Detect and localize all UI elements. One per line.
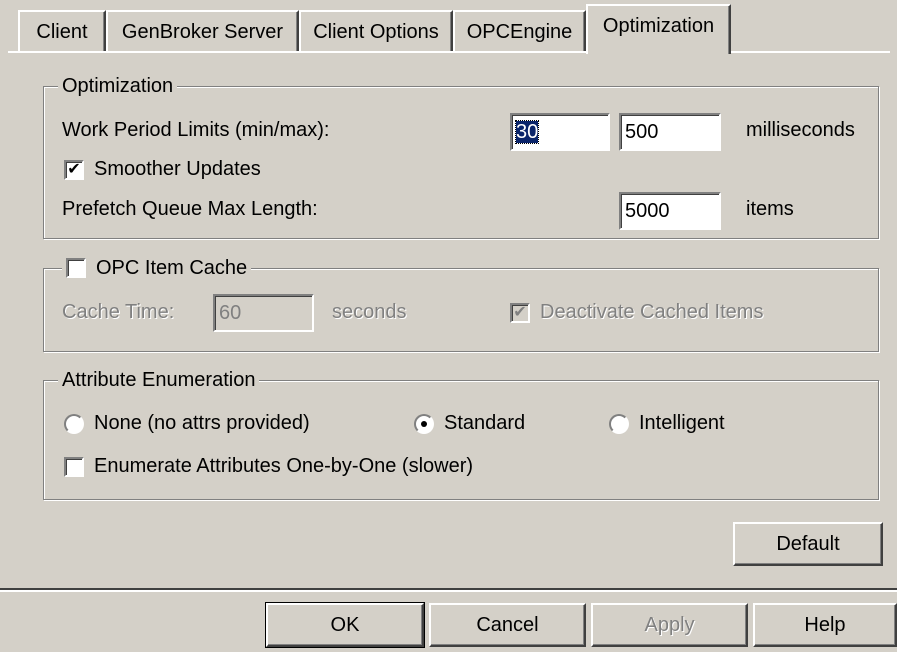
- prefetch-label: Prefetch Queue Max Length:: [62, 198, 318, 220]
- attribute-enumeration-group: Attribute Enumeration: [43, 367, 879, 500]
- tab-genbroker-server[interactable]: GenBroker Server: [106, 10, 299, 52]
- enumerate-one-by-one-checkbox[interactable]: Enumerate Attributes One-by-One (slower): [64, 455, 473, 478]
- radio-dot: [421, 420, 427, 427]
- tab-label: Client Options: [313, 20, 439, 43]
- work-period-max-value: 500: [625, 121, 659, 143]
- prefetch-unit: items: [746, 198, 794, 220]
- opc-item-cache-checkbox[interactable]: [66, 258, 86, 278]
- apply-button[interactable]: Apply: [591, 603, 748, 647]
- deactivate-cached-items-checkbox[interactable]: ✔ Deactivate Cached Items: [510, 301, 763, 324]
- apply-button-label: Apply: [644, 613, 695, 636]
- dialog-separator-highlight: [0, 590, 897, 592]
- radio-intelligent-label: Intelligent: [639, 412, 725, 434]
- ok-button[interactable]: OK: [265, 602, 425, 648]
- cache-time-unit: seconds: [332, 301, 407, 323]
- tab-opcengine[interactable]: OPCEngine: [453, 10, 586, 52]
- tab-client-options[interactable]: Client Options: [299, 10, 453, 52]
- radio-standard[interactable]: Standard: [414, 412, 525, 435]
- tab-client[interactable]: Client: [18, 10, 106, 52]
- deactivate-cached-items-label: Deactivate Cached Items: [540, 301, 764, 323]
- radio-none[interactable]: None (no attrs provided): [64, 412, 310, 435]
- radio-circle: [609, 413, 629, 434]
- radio-none-label: None (no attrs provided): [94, 412, 310, 434]
- work-period-max-input[interactable]: 500: [619, 113, 721, 151]
- cache-time-value: 60: [219, 302, 242, 324]
- tab-label: Client: [36, 20, 88, 43]
- tab-label: GenBroker Server: [121, 20, 284, 43]
- default-button[interactable]: Default: [733, 522, 883, 566]
- tab-label: Optimization: [602, 14, 715, 37]
- active-tab-gap: [588, 49, 727, 55]
- work-period-min-input[interactable]: 30: [510, 113, 610, 151]
- help-button[interactable]: Help: [753, 603, 897, 647]
- ok-button-label: OK: [330, 613, 360, 636]
- work-period-min-value: 30: [514, 120, 540, 144]
- default-button-label: Default: [776, 532, 840, 555]
- prefetch-input[interactable]: 5000: [619, 192, 721, 230]
- cancel-button-label: Cancel: [476, 613, 539, 636]
- cache-time-input[interactable]: 60: [213, 294, 314, 332]
- work-period-unit: milliseconds: [746, 119, 855, 141]
- prefetch-value: 5000: [625, 200, 670, 222]
- checkbox-box: ✔: [510, 302, 530, 323]
- opc-item-cache-legend[interactable]: OPC Item Cache: [62, 255, 252, 281]
- radio-standard-label: Standard: [444, 412, 526, 434]
- work-period-label: Work Period Limits (min/max):: [62, 119, 330, 141]
- cancel-button[interactable]: Cancel: [429, 603, 586, 647]
- checkbox-box: [64, 456, 84, 477]
- cache-time-label: Cache Time:: [62, 301, 175, 323]
- optimization-legend: Optimization: [58, 73, 178, 99]
- attribute-enumeration-legend: Attribute Enumeration: [58, 367, 260, 393]
- checkbox-box: ✔: [64, 159, 84, 180]
- smoother-updates-label: Smoother Updates: [94, 158, 261, 180]
- opc-item-cache-label: OPC Item Cache: [96, 257, 248, 279]
- smoother-updates-checkbox[interactable]: ✔ Smoother Updates: [64, 158, 261, 181]
- radio-intelligent[interactable]: Intelligent: [609, 412, 725, 435]
- radio-circle: [64, 413, 84, 434]
- enumerate-one-by-one-label: Enumerate Attributes One-by-One (slower): [94, 455, 474, 477]
- tab-label: OPCEngine: [466, 20, 573, 43]
- tab-optimization[interactable]: Optimization: [586, 4, 731, 54]
- radio-circle: [414, 413, 434, 434]
- tab-panel-top-edge: [8, 51, 890, 53]
- help-button-label: Help: [804, 613, 846, 636]
